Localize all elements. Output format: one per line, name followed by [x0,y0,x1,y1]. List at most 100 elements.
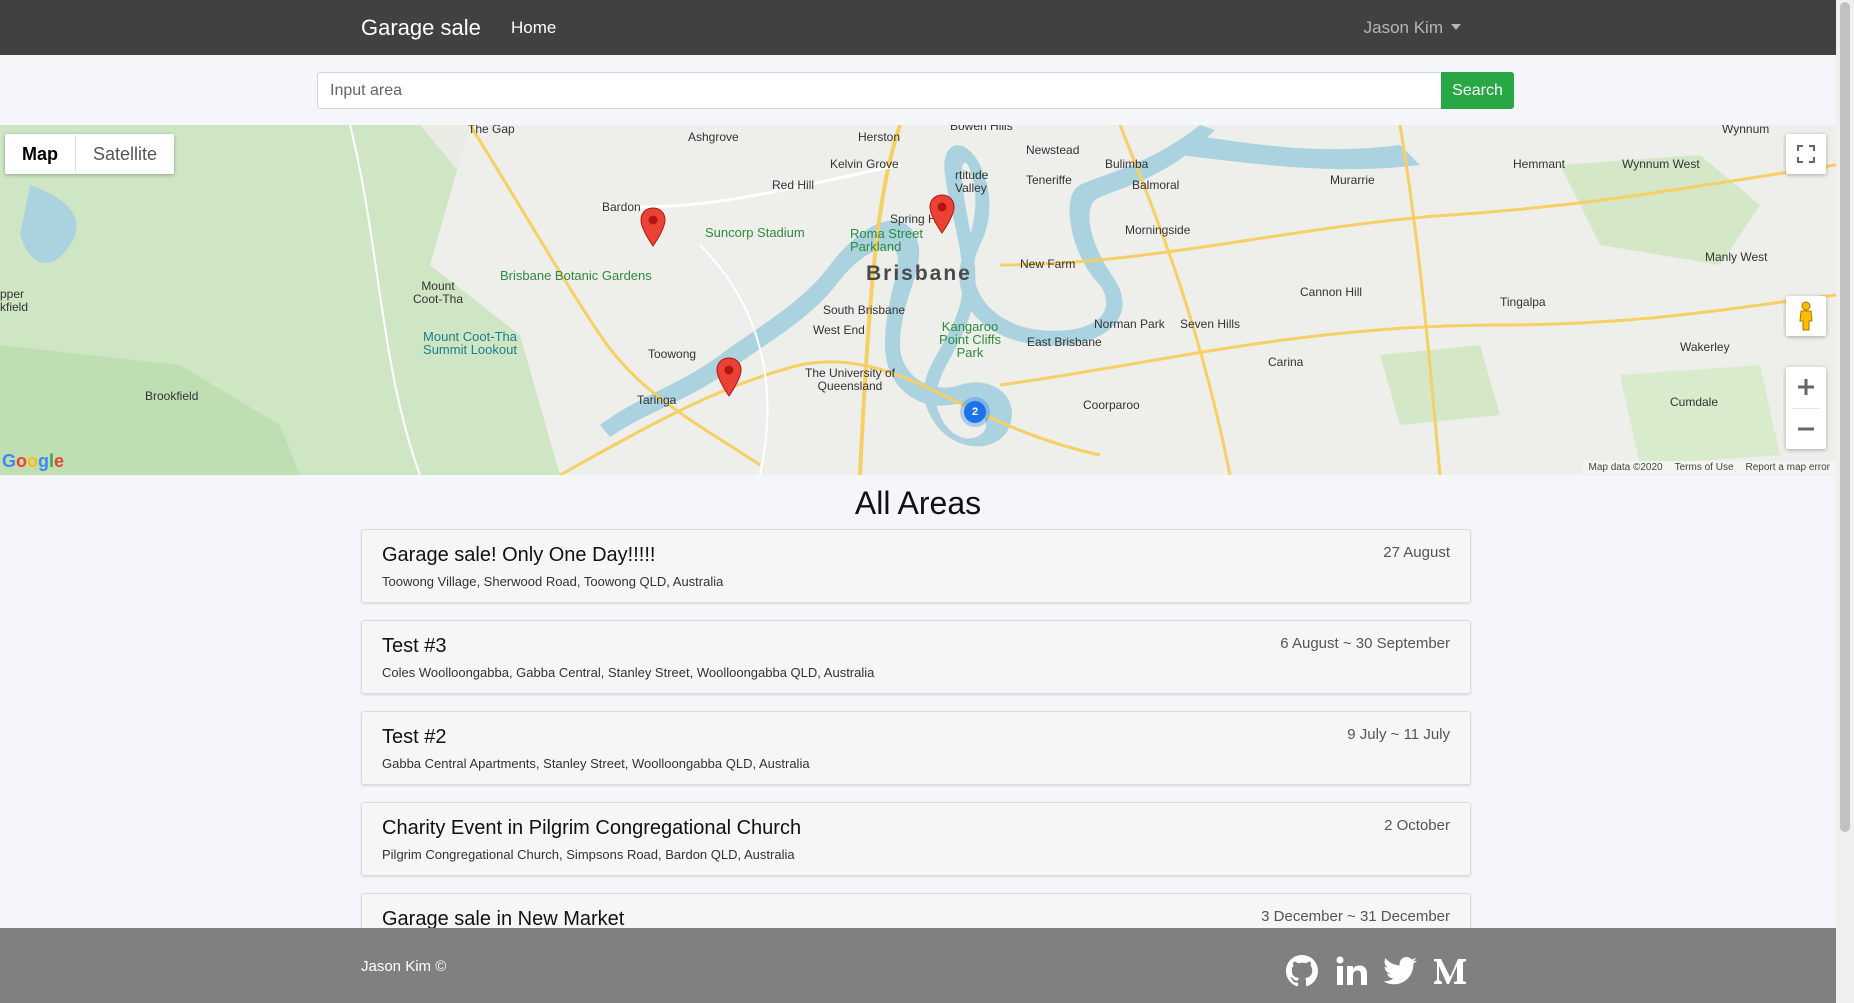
listing-title: Test #2 [382,726,447,748]
fullscreen-icon [1797,145,1815,163]
map-label-east-brisbane: East Brisbane [1027,335,1102,349]
map-label-taringa: Taringa [637,393,677,407]
listing-date: 3 December ~ 31 December [1261,908,1450,925]
google-map[interactable]: The Gap Ashgrove Herston Bowen Hills New… [0,125,1836,475]
google-logo[interactable]: Google [2,451,64,472]
map-type-map-button[interactable]: Map [5,134,76,174]
map-marker-bardon[interactable] [640,207,666,247]
map-label-wynnum-west: Wynnum West [1622,157,1700,171]
map-data-text: Map data ©2020 [1588,462,1663,473]
search-button[interactable]: Search [1441,72,1514,109]
map-label-uq: The University of Queensland [804,366,896,393]
map-label-morningside: Morningside [1125,223,1191,237]
linkedin-link[interactable] [1334,953,1370,989]
listing-date: 2 October [1384,817,1450,834]
twitter-link[interactable] [1382,953,1418,989]
search-bar: Search [317,72,1514,109]
map-label-red-hill: Red Hill [772,178,815,192]
map-label-herston: Herston [858,130,901,144]
map-label-mount-coot-tha: Mount Coot-Tha [412,279,464,306]
listing-address: Gabba Central Apartments, Stanley Street… [382,756,810,771]
map-label-ashgrove: Ashgrove [688,130,739,144]
map-label-murarrie: Murarrie [1330,173,1375,187]
medium-icon [1434,959,1466,984]
nav-home-link[interactable]: Home [511,18,556,38]
top-navbar: Garage sale Home Jason Kim [0,0,1836,55]
map-type-satellite-button[interactable]: Satellite [76,134,174,174]
listing-card[interactable]: Test #3 6 August ~ 30 September Coles Wo… [361,620,1471,694]
listing-title: Charity Event in Pilgrim Congregational … [382,817,802,839]
map-label-teneriffe: Teneriffe [1026,173,1072,187]
brand-logo[interactable]: Garage sale [361,15,481,41]
map-label-cannon-hill: Cannon Hill [1300,285,1363,299]
map-attribution: Map data ©2020 Terms of Use Report a map… [1582,461,1836,474]
map-label-wynnum: Wynnum [1722,125,1770,136]
map-label-south-brisbane: South Brisbane [823,303,906,317]
map-label-bowen-hills: Bowen Hills [950,125,1013,133]
listing-date: 9 July ~ 11 July [1347,726,1450,743]
report-map-error-link[interactable]: Report a map error [1746,462,1830,473]
street-view-button[interactable] [1786,296,1826,336]
user-menu-dropdown[interactable]: Jason Kim [1364,18,1461,38]
map-label-new-farm: New Farm [1020,257,1076,271]
zoom-out-button[interactable] [1786,409,1826,449]
caret-down-icon [1451,24,1461,30]
map-label-norman-park: Norman Park [1094,317,1165,331]
map-label-kangaroo-point: Kangaroo Point Cliffs Park [939,319,1001,360]
listing-card[interactable]: Test #2 9 July ~ 11 July Gabba Central A… [361,711,1471,785]
listing-card[interactable]: Charity Event in Pilgrim Congregational … [361,802,1471,876]
map-label-botanic-gardens: Brisbane Botanic Gardens [500,268,652,283]
listing-title: Test #3 [382,635,447,657]
terms-of-use-link[interactable]: Terms of Use [1675,462,1734,473]
pegman-icon [1799,301,1813,331]
fullscreen-button[interactable] [1786,134,1826,174]
map-label-seven-hills: Seven Hills [1180,317,1241,331]
zoom-in-button[interactable] [1786,367,1826,407]
map-cluster[interactable]: 2 [960,397,990,427]
listing-address: Toowong Village, Sherwood Road, Toowong … [382,574,724,589]
page-footer: Jason Kim © [0,928,1836,1003]
zoom-control [1786,367,1826,449]
map-label-summit-lookout: Mount Coot-Tha Summit Lookout [423,329,517,357]
github-icon [1286,955,1318,987]
minus-icon [1798,427,1814,431]
map-label-balmoral: Balmoral [1132,178,1180,192]
map-label-suncorp-stadium: Suncorp Stadium [705,225,805,240]
search-input[interactable] [317,72,1441,109]
section-title: All Areas [854,485,982,521]
listing-title: Garage sale! Only One Day!!!!! [382,544,656,566]
listing-card[interactable]: Garage sale! Only One Day!!!!! 27 August… [361,529,1471,603]
listing-address: Coles Woolloongabba, Gabba Central, Stan… [382,665,875,680]
map-marker-toowong[interactable] [716,357,742,397]
map-label-west-end: West End [813,323,865,337]
map-label-carina: Carina [1268,355,1304,369]
map-label-roma-street: Roma Street Parkland [850,226,923,254]
linkedin-icon [1336,956,1367,985]
medium-link[interactable] [1432,953,1468,989]
github-link[interactable] [1284,953,1320,989]
map-tiles [0,125,1836,475]
map-marker-spring-hill[interactable] [929,194,955,234]
map-label-upper-kenmore: pper kfield [0,287,29,314]
listing-address: Pilgrim Congregational Church, Simpsons … [382,847,795,862]
map-label-toowong: Toowong [648,347,697,361]
map-cluster-count: 2 [964,401,986,423]
map-label-manly-west: Manly West [1705,250,1768,264]
map-label-kelvin-grove: Kelvin Grove [830,157,899,171]
map-label-fortitude-valley: rtitude Valley [955,168,989,195]
map-label-brisbane: Brisbane [866,262,972,285]
page-scrollbar[interactable] [1836,0,1854,1003]
map-label-bulimba: Bulimba [1105,157,1149,171]
map-label-hemmant: Hemmant [1513,157,1566,171]
map-label-wakerley: Wakerley [1680,340,1730,354]
map-label-tingalpa: Tingalpa [1500,295,1546,309]
twitter-icon [1383,957,1417,985]
map-label-cumdale: Cumdale [1670,395,1719,409]
map-label-the-gap: The Gap [468,125,515,136]
user-menu-label: Jason Kim [1363,18,1443,37]
plus-icon [1798,379,1814,395]
scrollbar-thumb[interactable] [1840,2,1850,832]
footer-copyright: Jason Kim © [361,958,447,975]
listing-date: 27 August [1383,544,1450,561]
map-label-brookfield: Brookfield [145,389,199,403]
